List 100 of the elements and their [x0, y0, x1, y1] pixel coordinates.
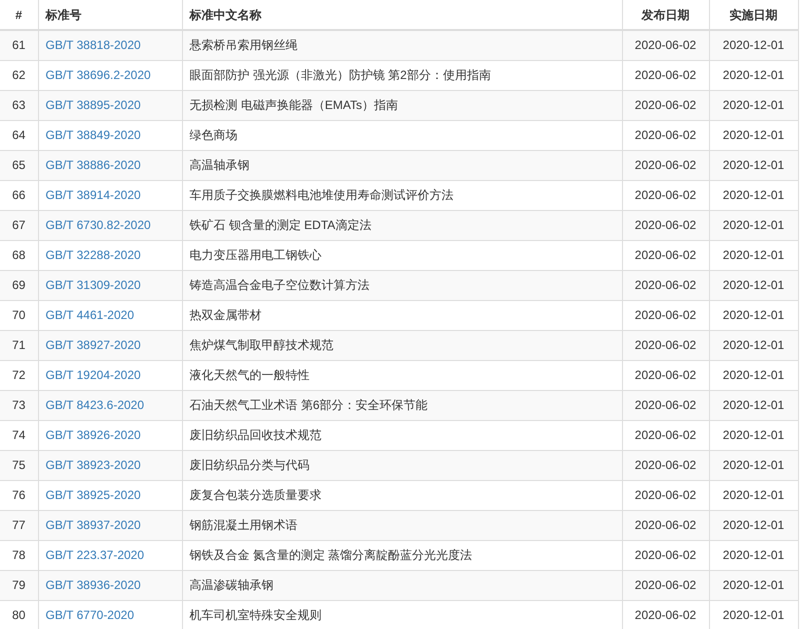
row-number: 68 [0, 240, 38, 270]
table-cell: 2020-06-02 [622, 450, 709, 480]
row-number: 74 [0, 420, 38, 450]
table-cell: 绿色商场 [182, 120, 622, 150]
standard-code-link[interactable]: GB/T 6730.82-2020 [46, 218, 151, 232]
table-cell: 2020-12-01 [709, 480, 798, 510]
table-cell: 2020-12-01 [709, 90, 798, 120]
standard-code-link[interactable]: GB/T 38696.2-2020 [46, 68, 151, 82]
table-cell: 2020-06-02 [622, 570, 709, 600]
row-number: 70 [0, 300, 38, 330]
table-cell: 铁矿石 钡含量的测定 EDTA滴定法 [182, 210, 622, 240]
table-cell: 2020-06-02 [622, 150, 709, 180]
table-cell: 2020-06-02 [622, 210, 709, 240]
table-cell: 2020-12-01 [709, 30, 798, 60]
table-cell: 2020-12-01 [709, 360, 798, 390]
standard-code-link[interactable]: GB/T 19204-2020 [46, 368, 141, 382]
table-cell: 2020-06-02 [622, 390, 709, 420]
table-cell: 2020-12-01 [709, 300, 798, 330]
table-cell: 2020-12-01 [709, 540, 798, 570]
row-number: 72 [0, 360, 38, 390]
standard-code-link[interactable]: GB/T 38818-2020 [46, 38, 141, 52]
table-cell: 电力变压器用电工钢铁心 [182, 240, 622, 270]
standard-code-link[interactable]: GB/T 4461-2020 [46, 308, 134, 322]
row-number: 77 [0, 510, 38, 540]
table-cell: 2020-12-01 [709, 420, 798, 450]
table-cell: 2020-12-01 [709, 120, 798, 150]
row-number: 61 [0, 30, 38, 60]
table-cell: 2020-12-01 [709, 570, 798, 600]
standard-code-link[interactable]: GB/T 38914-2020 [46, 188, 141, 202]
row-number: 69 [0, 270, 38, 300]
standard-code-link[interactable]: GB/T 38923-2020 [46, 458, 141, 472]
standard-code-link[interactable]: GB/T 32288-2020 [46, 248, 141, 262]
table-cell: 2020-12-01 [709, 180, 798, 210]
row-number: 73 [0, 390, 38, 420]
row-number: 67 [0, 210, 38, 240]
table-cell: 2020-12-01 [709, 600, 798, 629]
table-cell: 眼面部防护 强光源（非激光）防护镜 第2部分：使用指南 [182, 60, 622, 90]
table-cell: 悬索桥吊索用钢丝绳 [182, 30, 622, 60]
row-number: 76 [0, 480, 38, 510]
row-number: 64 [0, 120, 38, 150]
table-cell: 废旧纺织品回收技术规范 [182, 420, 622, 450]
table-cell: 2020-06-02 [622, 90, 709, 120]
table-cell: 2020-12-01 [709, 450, 798, 480]
table-cell: 机车司机室特殊安全规则 [182, 600, 622, 629]
standard-code-link[interactable]: GB/T 223.37-2020 [46, 548, 144, 562]
table-cell: 2020-06-02 [622, 600, 709, 629]
standard-code-link[interactable]: GB/T 38895-2020 [46, 98, 141, 112]
table-cell: 2020-06-02 [622, 510, 709, 540]
row-number: 75 [0, 450, 38, 480]
standard-code-link[interactable]: GB/T 38937-2020 [46, 518, 141, 532]
table-cell: 2020-06-02 [622, 60, 709, 90]
table-cell: 废旧纺织品分类与代码 [182, 450, 622, 480]
row-number: 71 [0, 330, 38, 360]
table-cell: 2020-12-01 [709, 510, 798, 540]
table-cell: 2020-06-02 [622, 360, 709, 390]
row-number: 79 [0, 570, 38, 600]
table-cell: 2020-06-02 [622, 300, 709, 330]
table-cell: 焦炉煤气制取甲醇技术规范 [182, 330, 622, 360]
standard-code-link[interactable]: GB/T 38927-2020 [46, 338, 141, 352]
table-cell: 2020-06-02 [622, 120, 709, 150]
table-cell: 2020-06-02 [622, 270, 709, 300]
standard-code-link[interactable]: GB/T 31309-2020 [46, 278, 141, 292]
table-cell: 2020-06-02 [622, 240, 709, 270]
table-cell: 2020-12-01 [709, 330, 798, 360]
standard-code-link[interactable]: GB/T 38925-2020 [46, 488, 141, 502]
standard-code-link[interactable]: GB/T 38886-2020 [46, 158, 141, 172]
table-cell: 钢筋混凝土用钢术语 [182, 510, 622, 540]
table-cell: 2020-06-02 [622, 420, 709, 450]
table-cell: 高温轴承钢 [182, 150, 622, 180]
row-number: 62 [0, 60, 38, 90]
table-cell: 2020-12-01 [709, 150, 798, 180]
row-number: 80 [0, 600, 38, 629]
table-cell: 铸造高温合金电子空位数计算方法 [182, 270, 622, 300]
table-cell: 2020-12-01 [709, 270, 798, 300]
standard-code-link[interactable]: GB/T 38849-2020 [46, 128, 141, 142]
standard-code-link[interactable]: GB/T 38926-2020 [46, 428, 141, 442]
table-cell: 2020-12-01 [709, 240, 798, 270]
table-cell: 废复合包装分选质量要求 [182, 480, 622, 510]
table-cell: 无损检测 电磁声换能器（EMATs）指南 [182, 90, 622, 120]
table-cell: 2020-12-01 [709, 60, 798, 90]
table-cell: 钢铁及合金 氮含量的测定 蒸馏分离靛酚蓝分光光度法 [182, 540, 622, 570]
table-cell: 2020-06-02 [622, 540, 709, 570]
table-cell: 2020-06-02 [622, 330, 709, 360]
table-cell: 热双金属带材 [182, 300, 622, 330]
table-cell: 2020-12-01 [709, 390, 798, 420]
row-number: 65 [0, 150, 38, 180]
standard-code-link[interactable]: GB/T 8423.6-2020 [46, 398, 144, 412]
table-cell: 2020-12-01 [709, 210, 798, 240]
table-cell: 车用质子交换膜燃料电池堆使用寿命测试评价方法 [182, 180, 622, 210]
table-cell: 石油天然气工业术语 第6部分：安全环保节能 [182, 390, 622, 420]
table-cell: 2020-06-02 [622, 180, 709, 210]
standard-code-link[interactable]: GB/T 38936-2020 [46, 578, 141, 592]
standard-code-link[interactable]: GB/T 6770-2020 [46, 608, 134, 622]
row-number: 78 [0, 540, 38, 570]
table-cell: 2020-06-02 [622, 480, 709, 510]
row-number: 63 [0, 90, 38, 120]
table-cell: 液化天然气的一般特性 [182, 360, 622, 390]
table-cell: 2020-06-02 [622, 30, 709, 60]
row-number: 66 [0, 180, 38, 210]
table-cell: 高温渗碳轴承钢 [182, 570, 622, 600]
